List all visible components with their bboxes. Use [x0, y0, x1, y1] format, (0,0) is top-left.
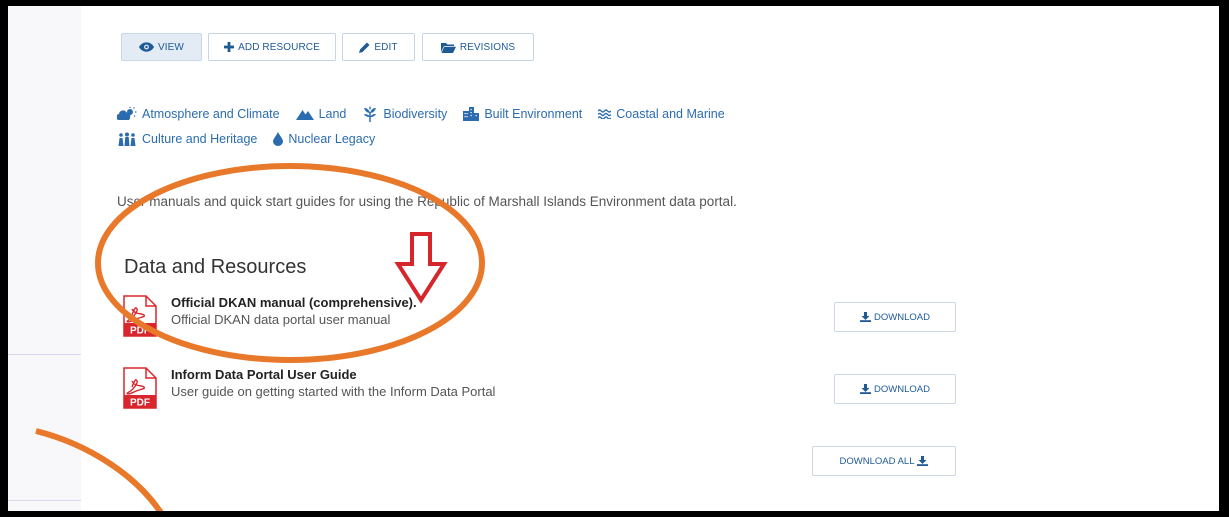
screenshot-frame: VIEW ADD RESOURCE EDIT REVISIONS Atmosph… — [8, 6, 1219, 511]
pdf-format-label: PDF — [130, 398, 150, 409]
drop-icon — [273, 132, 284, 146]
cloud-sun-icon — [117, 107, 137, 120]
tag-land[interactable]: Land — [295, 107, 347, 121]
download-label: DOWNLOAD — [874, 383, 930, 395]
download-all-button[interactable]: DOWNLOAD ALL — [812, 446, 956, 476]
edit-button[interactable]: EDIT — [342, 33, 415, 61]
tag-label: Land — [318, 107, 347, 121]
download-button[interactable]: DOWNLOAD — [834, 374, 956, 404]
add-resource-button[interactable]: ADD RESOURCE — [208, 33, 336, 61]
topic-tags-row: Atmosphere and Climate Land Biodiversity… — [117, 106, 741, 122]
section-title: Data and Resources — [124, 256, 307, 278]
sidebar-divider — [8, 354, 81, 355]
download-button[interactable]: DOWNLOAD — [834, 302, 956, 332]
resource-item: PDF Official DKAN manual (comprehensive)… — [123, 295, 823, 337]
left-sidebar — [8, 6, 81, 511]
plus-icon — [224, 42, 235, 52]
tag-label: Culture and Heritage — [142, 132, 258, 146]
tag-label: Biodiversity — [383, 107, 448, 121]
download-icon — [917, 456, 929, 466]
download-all-label: DOWNLOAD ALL — [839, 455, 915, 467]
download-icon — [860, 312, 872, 322]
tag-built-environment[interactable]: Built Environment — [463, 107, 582, 121]
people-icon — [118, 132, 136, 146]
add-resource-label: ADD RESOURCE — [238, 41, 320, 53]
tag-nuclear-legacy[interactable]: Nuclear Legacy — [273, 132, 375, 146]
folder-open-icon — [440, 42, 456, 53]
main-content: VIEW ADD RESOURCE EDIT REVISIONS Atmosph… — [81, 6, 1219, 511]
resource-title-link[interactable]: Official DKAN manual (comprehensive). — [171, 295, 417, 310]
revisions-label: REVISIONS — [459, 41, 516, 53]
tag-coastal-and-marine[interactable]: Coastal and Marine — [598, 107, 725, 121]
waves-icon — [598, 109, 612, 119]
pdf-format-label: PDF — [130, 326, 150, 337]
tag-label: Coastal and Marine — [616, 107, 725, 121]
pencil-icon — [359, 42, 370, 53]
pdf-file-icon: PDF — [123, 367, 157, 409]
resource-subtitle: Official DKAN data portal user manual — [171, 312, 391, 327]
tag-label: Atmosphere and Climate — [142, 107, 280, 121]
revisions-button[interactable]: REVISIONS — [422, 33, 534, 61]
dataset-description: User manuals and quick start guides for … — [117, 194, 737, 209]
download-icon — [860, 384, 872, 394]
leaf-icon — [364, 106, 377, 122]
topic-tags-row: Culture and Heritage Nuclear Legacy — [117, 132, 391, 146]
download-label: DOWNLOAD — [874, 311, 930, 323]
tag-culture-and-heritage[interactable]: Culture and Heritage — [117, 132, 257, 146]
sidebar-divider — [8, 500, 81, 501]
tag-label: Nuclear Legacy — [288, 132, 376, 146]
edit-label: EDIT — [374, 41, 398, 53]
resource-title-link[interactable]: Inform Data Portal User Guide — [171, 367, 357, 382]
view-button[interactable]: VIEW — [121, 33, 202, 61]
pdf-file-icon: PDF — [123, 295, 157, 337]
resource-item: PDF Inform Data Portal User Guide User g… — [123, 367, 823, 409]
mountain-icon — [295, 110, 314, 120]
tag-biodiversity[interactable]: Biodiversity — [362, 106, 447, 122]
tag-atmosphere-and-climate[interactable]: Atmosphere and Climate — [117, 107, 280, 121]
resource-subtitle: User guide on getting started with the I… — [171, 384, 496, 399]
eye-icon — [139, 42, 155, 52]
view-label: VIEW — [158, 41, 184, 53]
building-icon — [463, 107, 480, 121]
tag-label: Built Environment — [484, 107, 583, 121]
